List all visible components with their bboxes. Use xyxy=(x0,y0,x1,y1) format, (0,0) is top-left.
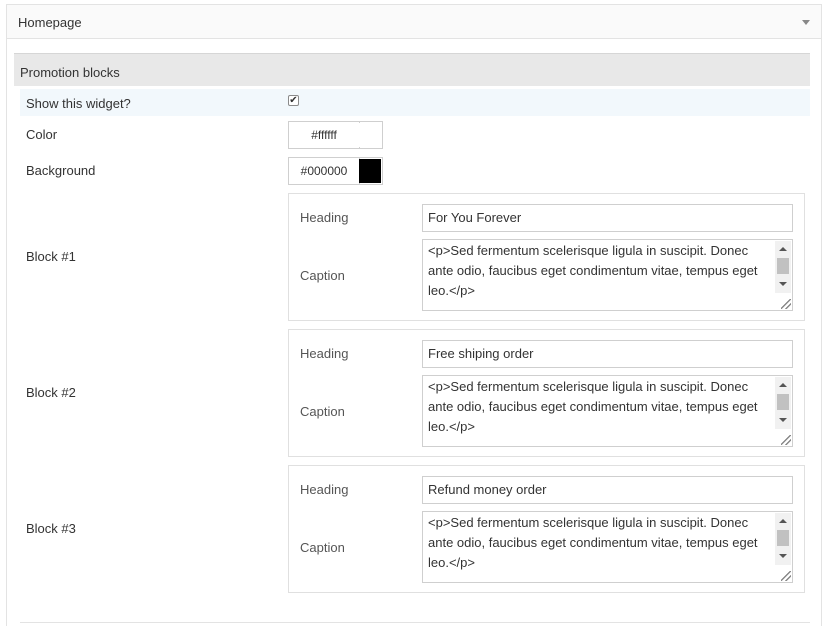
arrow-down-icon[interactable] xyxy=(779,418,787,422)
caption-scrollbar[interactable] xyxy=(775,513,791,565)
caption-text: <p>Sed fermentum scelerisque ligula in s… xyxy=(428,379,758,434)
resize-grip-icon[interactable] xyxy=(781,571,791,581)
block-1-heading-input[interactable]: For You Forever xyxy=(422,204,793,232)
divider xyxy=(20,622,810,623)
show-widget-checkbox[interactable]: ✔ xyxy=(288,95,299,106)
caption-text: <p>Sed fermentum scelerisque ligula in s… xyxy=(428,243,758,298)
arrow-up-icon[interactable] xyxy=(779,247,787,251)
caption-label: Caption xyxy=(300,540,345,555)
resize-grip-icon[interactable] xyxy=(781,299,791,309)
chevron-down-icon[interactable] xyxy=(802,20,810,25)
caption-scrollbar[interactable] xyxy=(775,377,791,429)
scroll-thumb[interactable] xyxy=(777,530,789,546)
heading-label: Heading xyxy=(300,346,349,361)
block-label: Block #1 xyxy=(26,249,76,264)
color-swatch[interactable] xyxy=(359,123,381,147)
panel-title: Homepage xyxy=(18,15,82,30)
block-label: Block #3 xyxy=(26,521,76,536)
scroll-thumb[interactable] xyxy=(777,258,789,274)
block-label: Block #2 xyxy=(26,385,76,400)
arrow-down-icon[interactable] xyxy=(779,282,787,286)
resize-grip-icon[interactable] xyxy=(781,435,791,445)
heading-label: Heading xyxy=(300,482,349,497)
show-widget-label: Show this widget? xyxy=(26,96,131,111)
caption-label: Caption xyxy=(300,268,345,283)
background-label: Background xyxy=(26,163,96,178)
block-1-box: Heading For You Forever Caption <p>Sed f… xyxy=(288,193,805,321)
block-1-caption-textarea[interactable]: <p>Sed fermentum scelerisque ligula in s… xyxy=(422,239,793,311)
section-header: Promotion blocks xyxy=(14,53,810,86)
block-3-box: Heading Refund money order Caption <p>Se… xyxy=(288,465,805,593)
panel-header-homepage[interactable]: Homepage xyxy=(6,4,822,39)
background-input[interactable]: #000000 xyxy=(289,158,360,184)
color-picker[interactable]: #ffffff xyxy=(288,121,383,149)
heading-label: Heading xyxy=(300,210,349,225)
show-widget-row xyxy=(20,89,810,116)
background-swatch[interactable] xyxy=(359,159,381,183)
checkmark-icon: ✔ xyxy=(289,95,298,106)
block-2-heading-input[interactable]: Free shiping order xyxy=(422,340,793,368)
color-input[interactable]: #ffffff xyxy=(289,122,360,148)
block-3-caption-textarea[interactable]: <p>Sed fermentum scelerisque ligula in s… xyxy=(422,511,793,583)
caption-scrollbar[interactable] xyxy=(775,241,791,293)
color-label: Color xyxy=(26,127,58,142)
arrow-up-icon[interactable] xyxy=(779,519,787,523)
block-2-caption-textarea[interactable]: <p>Sed fermentum scelerisque ligula in s… xyxy=(422,375,793,447)
arrow-down-icon[interactable] xyxy=(779,554,787,558)
caption-text: <p>Sed fermentum scelerisque ligula in s… xyxy=(428,515,758,570)
section-title: Promotion blocks xyxy=(20,65,120,80)
scroll-thumb[interactable] xyxy=(777,394,789,410)
block-3-heading-input[interactable]: Refund money order xyxy=(422,476,793,504)
arrow-up-icon[interactable] xyxy=(779,383,787,387)
caption-label: Caption xyxy=(300,404,345,419)
background-picker[interactable]: #000000 xyxy=(288,157,383,185)
block-2-box: Heading Free shiping order Caption <p>Se… xyxy=(288,329,805,457)
